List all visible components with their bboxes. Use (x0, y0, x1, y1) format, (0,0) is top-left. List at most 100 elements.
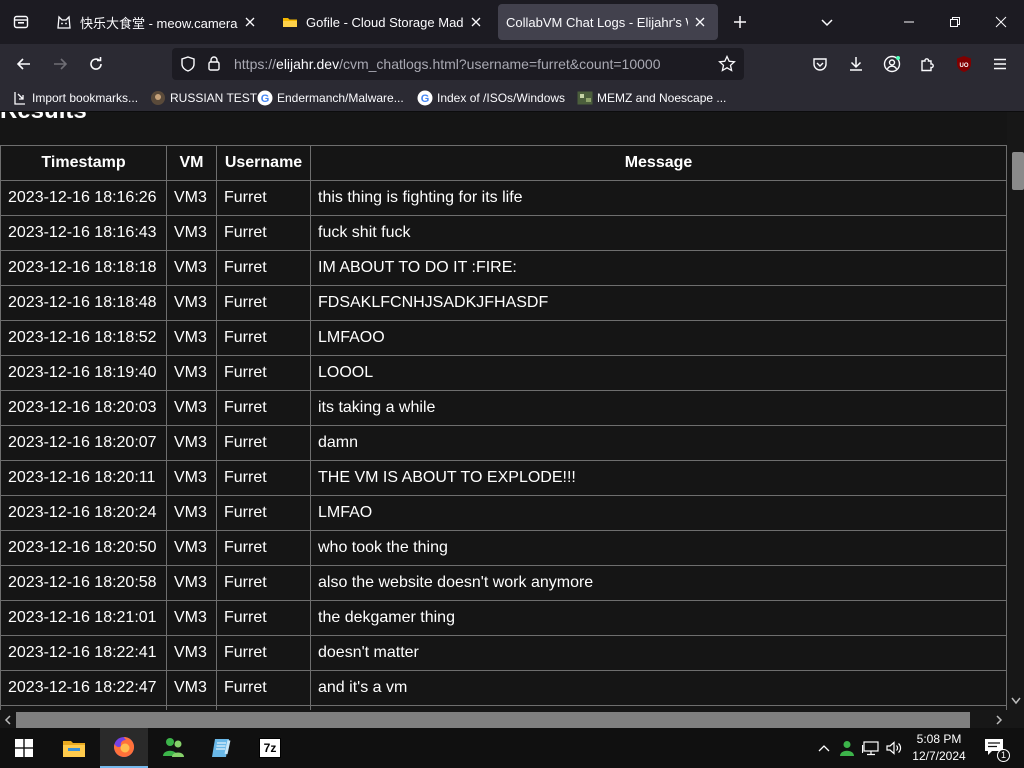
tab-strip: 快乐大食堂 - meow.camera Gofile - Cloud Stora… (0, 0, 1024, 44)
message-cell: doesn't matter (310, 635, 1007, 671)
close-tab-button[interactable] (238, 10, 262, 34)
message-cell: LOOOL (310, 355, 1007, 391)
timestamp-cell: 2023-12-16 18:20:11 (0, 460, 167, 496)
tray-network[interactable] (861, 738, 881, 758)
vm-cell: VM3 (166, 460, 217, 496)
vertical-scrollbar[interactable] (1007, 112, 1024, 710)
scroll-down-arrow-icon[interactable] (1010, 696, 1022, 706)
table-row: 2023-12-16 18:20:50 VM3 Furret who took the… (0, 530, 1007, 566)
vm-cell: VM3 (166, 495, 217, 531)
new-tab-button[interactable] (722, 4, 758, 40)
taskbar-notepad[interactable] (198, 728, 246, 768)
close-window-button[interactable] (978, 4, 1024, 40)
firefox-view-button[interactable] (0, 4, 42, 40)
username-cell: Furret (216, 355, 311, 391)
horizontal-scrollbar-thumb[interactable] (16, 712, 970, 728)
scroll-left-arrow-icon[interactable] (3, 714, 13, 726)
restore-button[interactable] (932, 4, 978, 40)
reload-button[interactable] (80, 48, 112, 80)
tray-volume[interactable] (884, 738, 904, 758)
timestamp-cell: 2023-12-16 18:20:58 (0, 565, 167, 601)
account-button[interactable] (876, 48, 908, 80)
pocket-icon (812, 56, 828, 72)
url-bar[interactable]: https://elijahr.dev/cvm_chatlogs.html?us… (172, 48, 744, 80)
taskbar-firefox[interactable] (100, 728, 148, 768)
vm-cell: VM3 (166, 215, 217, 251)
chat-log-table: Timestamp VM Username Message 2023-12-16… (0, 145, 1007, 710)
pocket-button[interactable] (804, 48, 836, 80)
timestamp-cell: 2023-12-16 18:18:52 (0, 320, 167, 356)
vm-cell: VM3 (166, 180, 217, 216)
taskbar-file-explorer[interactable] (50, 728, 98, 768)
bookmark-memz-noescape[interactable]: MEMZ and Noescape ... (577, 88, 726, 108)
reload-icon (88, 56, 104, 72)
list-all-tabs-button[interactable] (804, 4, 850, 40)
message-cell: FDSAKLFCNHJSADKJFHASDF (310, 285, 1007, 321)
forward-button[interactable] (44, 48, 76, 80)
gofile-favicon-icon (282, 14, 298, 30)
table-row: 2023-12-16 18:20:07 VM3 Furret damn (0, 425, 1007, 461)
taskbar-messenger[interactable] (150, 728, 198, 768)
close-tab-button[interactable] (464, 10, 488, 34)
7zip-label: 7z (263, 741, 277, 755)
start-button[interactable] (0, 728, 48, 768)
svg-text:UO: UO (960, 63, 969, 69)
username-cell: Furret (216, 320, 311, 356)
plus-icon (733, 15, 747, 29)
application-menu-button[interactable] (984, 48, 1016, 80)
username-cell: Furret (216, 285, 311, 321)
extensions-button[interactable] (912, 48, 944, 80)
taskbar-clock[interactable]: 5:08 PM 12/7/2024 (906, 731, 972, 765)
file-explorer-icon (62, 738, 86, 758)
import-icon (12, 90, 28, 106)
user-tray-icon (838, 739, 856, 757)
tray-user-accounts[interactable] (837, 738, 857, 758)
bookmark-index-isos-windows[interactable]: G Index of /ISOs/Windows (417, 88, 565, 108)
close-tab-button[interactable] (688, 10, 712, 34)
close-icon (995, 16, 1007, 28)
timestamp-cell: 2023-12-16 18:21:01 (0, 600, 167, 636)
table-row: 2023-12-16 18:20:11 VM3 Furret THE VM IS AB… (0, 460, 1007, 496)
message-cell: fuck shit fuck (310, 215, 1007, 251)
ublock-origin-button[interactable]: UO (948, 48, 980, 80)
close-icon (695, 17, 705, 27)
timestamp-cell: 2023-12-16 18:19:40 (0, 355, 167, 391)
firefox-icon (112, 735, 136, 759)
chevron-down-icon (820, 15, 834, 29)
lock-icon[interactable] (206, 55, 222, 71)
bookmark-endermanch-malware[interactable]: G Endermanch/Malware... (257, 88, 404, 108)
action-center-button[interactable]: 1 (982, 738, 1010, 762)
bookmark-star-icon[interactable] (718, 55, 736, 73)
bookmark-import[interactable]: Import bookmarks... (12, 88, 138, 108)
vm-cell: VM3 (166, 530, 217, 566)
table-row: 2023-12-16 18:22:47 VM3 Furret and it's a v… (0, 670, 1007, 706)
username-cell: Furret (216, 180, 311, 216)
vm-cell: VM3 (166, 320, 217, 356)
message-cell: LMFAOO (310, 320, 1007, 356)
tab-collabvm-chat-logs[interactable]: CollabVM Chat Logs - Elijahr's Website (498, 4, 718, 40)
timestamp-cell: 2023-12-16 18:16:43 (0, 215, 167, 251)
url-text[interactable]: https://elijahr.dev/cvm_chatlogs.html?us… (234, 56, 660, 72)
hamburger-menu-icon (992, 56, 1008, 72)
bookmark-russian-test[interactable]: RUSSIAN TEST (150, 88, 257, 108)
chevron-up-icon (818, 743, 830, 753)
downloads-button[interactable] (840, 48, 872, 80)
back-button[interactable] (8, 48, 40, 80)
username-cell: Furret (216, 460, 311, 496)
tracking-protection-shield-icon[interactable] (180, 56, 196, 72)
results-heading: Results (0, 112, 87, 125)
username-cell: Furret (216, 250, 311, 286)
site-favicon-icon (150, 90, 166, 106)
msn-messenger-icon (161, 736, 187, 760)
notepad-icon (211, 736, 233, 760)
show-hidden-icons-button[interactable] (814, 738, 834, 758)
tab-gofile[interactable]: Gofile - Cloud Storage Made Simple (272, 4, 494, 40)
vertical-scrollbar-thumb[interactable] (1012, 152, 1024, 190)
tab-meow-camera[interactable]: 快乐大食堂 - meow.camera (46, 4, 268, 40)
scroll-right-arrow-icon[interactable] (994, 714, 1004, 726)
minimize-button[interactable] (886, 4, 932, 40)
chat-log-rows: 2023-12-16 18:16:26 VM3 Furret this thing i… (0, 180, 1007, 710)
cat-favicon-icon (56, 14, 72, 30)
svg-text:G: G (261, 93, 270, 105)
taskbar-7zip[interactable]: 7z (246, 728, 294, 768)
